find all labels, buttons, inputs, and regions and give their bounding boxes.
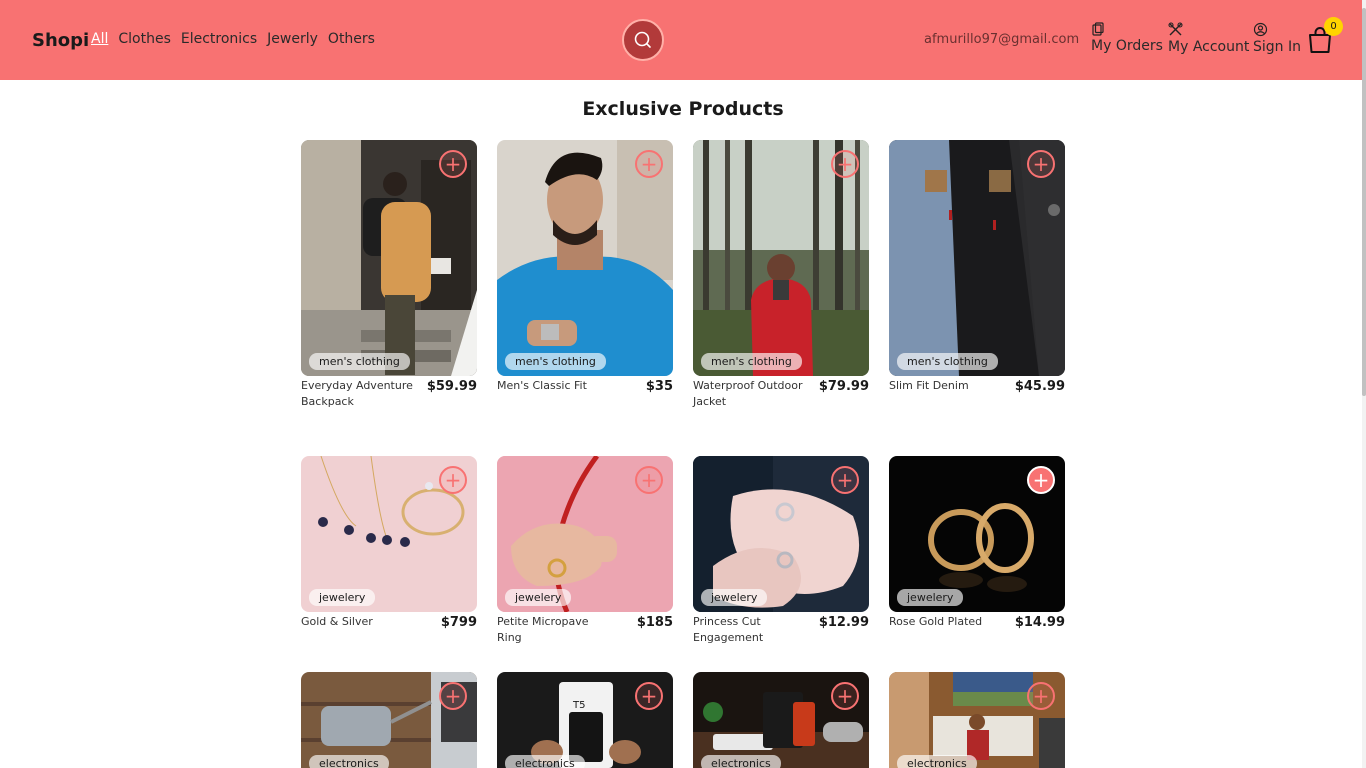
- product-card[interactable]: + electronics: [301, 672, 477, 768]
- product-card[interactable]: + men's clothing Everyday Adventure Back…: [301, 140, 477, 408]
- product-card[interactable]: + jewelery Petite Micropave Ring $185: [497, 456, 673, 644]
- category-badge: men's clothing: [701, 353, 802, 370]
- add-to-cart-button[interactable]: +: [439, 466, 467, 494]
- page-title: Exclusive Products: [582, 98, 784, 120]
- product-price: $59.99: [426, 379, 477, 394]
- product-card[interactable]: + jewelery Gold & Silver $799: [301, 456, 477, 630]
- product-image[interactable]: + men's clothing: [301, 140, 477, 376]
- product-card[interactable]: + electronics: [693, 672, 869, 768]
- product-name: Slim Fit Denim: [889, 379, 969, 392]
- svg-text:T5: T5: [572, 700, 585, 711]
- my-orders-label: My Orders: [1091, 38, 1163, 54]
- my-account-link[interactable]: My Account: [1168, 22, 1249, 55]
- nav-link-clothes[interactable]: Clothes: [118, 31, 171, 47]
- category-badge: electronics: [701, 755, 781, 768]
- product-card[interactable]: + men's clothing Men's Classic Fit $35: [497, 140, 673, 394]
- product-name: Men's Classic Fit: [497, 379, 587, 392]
- product-name: Princess Cut Engagement: [693, 615, 764, 644]
- sign-in-label: Sign In: [1253, 39, 1301, 55]
- product-card[interactable]: + jewelery Princess Cut Engagement $12.9…: [693, 456, 869, 644]
- product-name: Gold & Silver: [301, 615, 373, 628]
- my-orders-link[interactable]: My Orders: [1091, 22, 1163, 54]
- add-to-cart-button[interactable]: +: [831, 150, 859, 178]
- product-price: $185: [636, 615, 673, 630]
- add-to-cart-button[interactable]: +: [831, 466, 859, 494]
- product-image[interactable]: + men's clothing: [693, 140, 869, 376]
- product-image[interactable]: + electronics: [693, 672, 869, 768]
- my-account-label: My Account: [1168, 39, 1250, 55]
- category-badge: jewelery: [309, 589, 376, 606]
- product-card[interactable]: + men's clothing Slim Fit Denim $45.99: [889, 140, 1065, 394]
- add-to-cart-button[interactable]: +: [831, 682, 859, 710]
- product-price: $79.99: [818, 379, 869, 394]
- nav-link-electronics[interactable]: Electronics: [181, 31, 257, 47]
- category-badge: men's clothing: [309, 353, 410, 370]
- scrollbar-thumb[interactable]: [1362, 8, 1366, 396]
- product-name: Petite Micropave Ring: [497, 615, 589, 644]
- tools-icon: [1168, 22, 1183, 36]
- product-card[interactable]: + electronics: [889, 672, 1065, 768]
- cart-count-badge: 0: [1324, 17, 1343, 36]
- product-image[interactable]: + jewelery: [497, 456, 673, 612]
- add-to-cart-button[interactable]: +: [1027, 682, 1055, 710]
- user-circle-icon: [1253, 22, 1268, 37]
- product-name: Everyday Adventure Backpack: [301, 379, 413, 408]
- product-image[interactable]: + men's clothing: [889, 140, 1065, 376]
- orders-icon: [1092, 22, 1104, 36]
- search-icon: [634, 31, 651, 48]
- category-badge: jewelery: [505, 589, 572, 606]
- product-price: $45.99: [1014, 379, 1065, 394]
- category-badge: men's clothing: [897, 353, 998, 370]
- add-to-cart-button[interactable]: +: [439, 150, 467, 178]
- category-badge: jewelery: [897, 589, 964, 606]
- category-badge: men's clothing: [505, 353, 606, 370]
- product-card[interactable]: T5 + electronics: [497, 672, 673, 768]
- add-to-cart-button[interactable]: +: [1027, 466, 1055, 494]
- search-button[interactable]: [622, 19, 664, 61]
- add-to-cart-button[interactable]: +: [439, 682, 467, 710]
- nav-link-others[interactable]: Others: [328, 31, 375, 47]
- product-name: Rose Gold Plated: [889, 615, 983, 628]
- product-price: $14.99: [1014, 615, 1065, 630]
- product-image[interactable]: + jewelery: [301, 456, 477, 612]
- category-badge: electronics: [309, 755, 389, 768]
- category-nav: All Clothes Electronics Jewerly Others: [91, 31, 375, 47]
- add-to-cart-button[interactable]: +: [635, 150, 663, 178]
- add-to-cart-button[interactable]: +: [635, 466, 663, 494]
- nav-link-all[interactable]: All: [91, 31, 108, 47]
- nav-link-jewerly[interactable]: Jewerly: [267, 31, 318, 47]
- product-image[interactable]: + electronics: [889, 672, 1065, 768]
- brand-logo[interactable]: Shopi: [32, 30, 89, 51]
- product-image[interactable]: + jewelery: [693, 456, 869, 612]
- product-card[interactable]: + jewelery Rose Gold Plated $14.99: [889, 456, 1065, 630]
- product-image[interactable]: + electronics: [301, 672, 477, 768]
- user-email: afmurillo97@gmail.com: [924, 32, 1080, 47]
- product-name: Waterproof Outdoor Jacket: [693, 379, 803, 408]
- product-image[interactable]: + men's clothing: [497, 140, 673, 376]
- navbar: Shopi All Clothes Electronics Jewerly Ot…: [0, 0, 1362, 80]
- sign-in-link[interactable]: Sign In: [1253, 22, 1301, 55]
- add-to-cart-button[interactable]: +: [635, 682, 663, 710]
- product-card[interactable]: + men's clothing Waterproof Outdoor Jack…: [693, 140, 869, 408]
- product-price: $35: [645, 379, 673, 394]
- product-price: $12.99: [818, 615, 869, 630]
- category-badge: electronics: [505, 755, 585, 768]
- product-image[interactable]: + jewelery: [889, 456, 1065, 612]
- product-price: $799: [440, 615, 477, 630]
- category-badge: electronics: [897, 755, 977, 768]
- add-to-cart-button[interactable]: +: [1027, 150, 1055, 178]
- product-image[interactable]: T5 + electronics: [497, 672, 673, 768]
- category-badge: jewelery: [701, 589, 768, 606]
